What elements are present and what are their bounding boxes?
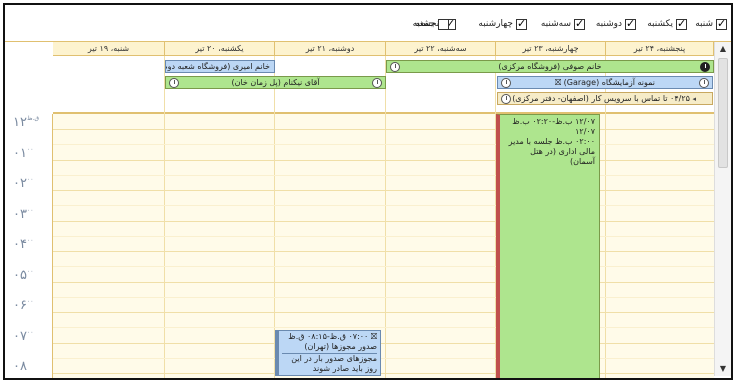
day-header-wednesday[interactable]: چهارشنبه، ۲۳ تیر <box>496 42 606 56</box>
clock-icon <box>700 62 710 72</box>
time-grid[interactable] <box>53 114 714 378</box>
clock-icon <box>501 78 511 88</box>
grid-line <box>53 220 714 222</box>
grid-line <box>53 342 714 344</box>
hour-label: ۰۳۰۰ <box>13 206 34 222</box>
clock-icon <box>501 94 511 104</box>
grid-line <box>53 205 714 207</box>
hour-label: ۰۶۰۰ <box>13 298 34 313</box>
checkbox[interactable] <box>676 17 687 30</box>
allday-event-amiri[interactable]: خانم امیری (فروشگاه شعبه دوم) <box>165 60 275 73</box>
hour-label: ۰۲۰۰ <box>13 176 34 191</box>
hour-label: ۰۱۰۰ <box>13 145 34 161</box>
recurrence-icon: ⛝ <box>555 78 562 87</box>
grid-line <box>53 357 714 359</box>
appointment-permits[interactable]: ⛝ ۰۷:۰۰ ق.ظ-۰۸:۱۵ ق.ظ صدور مجوزها (تهران… <box>275 330 381 376</box>
grid-line <box>53 190 714 191</box>
checkbox[interactable] <box>574 17 585 30</box>
hour-label: ۰۴۰۰ <box>13 237 34 252</box>
grid-line <box>53 129 714 130</box>
clock-icon <box>372 78 382 88</box>
day-header-tuesday[interactable]: سه‌شنبه، ۲۲ تیر <box>386 42 496 56</box>
vertical-scrollbar[interactable]: ▲ ▼ <box>714 42 731 376</box>
filter-friday[interactable]: جمعه <box>415 17 449 31</box>
grid-line <box>53 251 714 252</box>
allday-event-service-call[interactable]: ◂ ۰۴/۲۵ تا تماس با سرویس کار (اصفهان- دف… <box>497 92 713 105</box>
clock-icon <box>699 78 709 88</box>
grid-line <box>53 144 714 146</box>
hour-label: ۰۵۰۰ <box>13 267 34 283</box>
allday-event-niknam[interactable]: آقای نیکنام (پل زمان خان) <box>165 76 386 89</box>
day-header-monday[interactable]: دوشنبه، ۲۱ تیر <box>275 42 386 56</box>
grid-line <box>53 235 714 237</box>
hour-label: ۰۸ <box>13 359 27 374</box>
time-gutter: ۱۲ق.ظ ۰۱۰۰ ۰۲۰۰ ۰۳۰۰ ۰۴۰۰ ۰۵۰۰ ۰۶۰۰ ۰۷۰۰ ۰۸ <box>5 114 53 378</box>
arrow-right-icon: ◂ <box>692 95 696 103</box>
hour-label: ۰۷۰۰ <box>13 328 34 344</box>
grid-line <box>53 373 714 374</box>
grid-line <box>53 266 714 268</box>
calendar-window: شنبه یکشنبه دوشنبه سه‌شنبه چهارشنبه پنجش… <box>3 3 733 380</box>
grid-line <box>53 159 714 161</box>
filter-tuesday[interactable]: سه‌شنبه <box>541 17 585 31</box>
clock-icon <box>390 62 400 72</box>
filter-wednesday[interactable]: چهارشنبه <box>478 17 527 31</box>
grid-line <box>53 281 714 283</box>
allday-event-lab-sample[interactable]: نمونه آزمایشگاه (Garage) ⛝ <box>497 76 713 89</box>
grid-line <box>53 174 714 176</box>
hour-label: ۱۲ق.ظ <box>13 115 40 130</box>
checkbox[interactable] <box>516 17 527 30</box>
recurrence-icon: ⛝ <box>370 332 377 341</box>
grid-line <box>53 312 714 313</box>
allday-event-soofi[interactable]: خانم صوفی (فروشگاه مرکزی) <box>386 60 714 73</box>
checkbox[interactable] <box>716 17 727 30</box>
filter-monday[interactable]: دوشنبه <box>596 17 636 31</box>
scroll-up-arrow-icon[interactable]: ▲ <box>715 42 731 56</box>
checkbox[interactable] <box>437 18 449 30</box>
appointment-finance-meeting[interactable]: ۱۲/۰۷ ب.ظ-۰۲:۲۰ ب.ظ ۱۲/۰۷ ۰۲:۰۰ ب.ظ جلسه… <box>496 114 600 378</box>
filter-sunday[interactable]: یکشنبه <box>647 17 687 31</box>
day-header-thursday[interactable]: پنجشنبه، ۲۴ تیر <box>606 42 714 56</box>
scroll-thumb[interactable] <box>718 58 728 168</box>
day-header-saturday[interactable]: شنبه، ۱۹ تیر <box>53 42 165 56</box>
day-filter-bar: شنبه یکشنبه دوشنبه سه‌شنبه چهارشنبه پنجش… <box>5 5 731 42</box>
filter-saturday[interactable]: شنبه <box>695 17 727 31</box>
checkbox[interactable] <box>625 17 636 30</box>
scroll-down-arrow-icon[interactable]: ▼ <box>715 362 731 376</box>
clock-icon <box>169 78 179 88</box>
grid-line <box>53 327 714 329</box>
grid-line <box>53 296 714 298</box>
day-header-sunday[interactable]: یکشنبه، ۲۰ تیر <box>165 42 275 56</box>
